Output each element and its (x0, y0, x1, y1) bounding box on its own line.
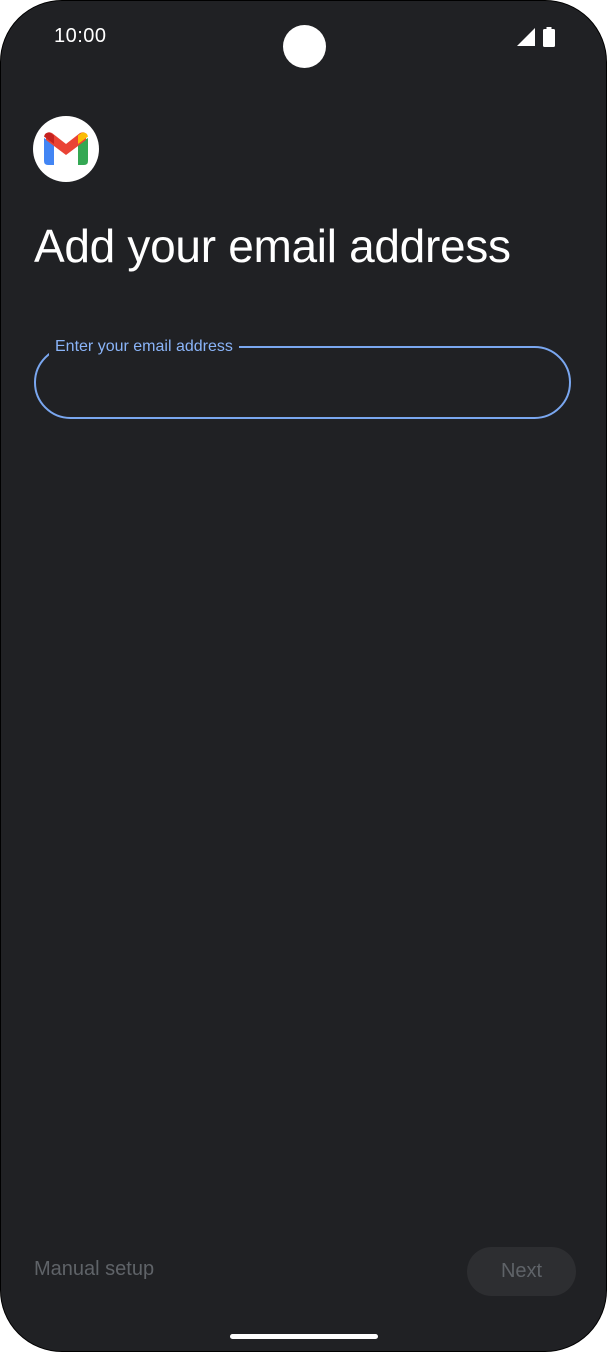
battery-icon (543, 27, 555, 47)
signal-icon (517, 28, 535, 46)
gmail-logo-icon (33, 116, 99, 182)
email-field-label: Enter your email address (49, 338, 239, 356)
gmail-m-icon (44, 132, 88, 165)
manual-setup-button[interactable]: Manual setup (34, 1258, 154, 1281)
phone-screen: 10:00 Add your email address Enter your … (0, 0, 607, 1352)
email-input[interactable] (57, 363, 551, 405)
camera-cutout (283, 25, 326, 68)
navigation-handle[interactable] (230, 1334, 378, 1339)
status-bar: 10:00 (1, 1, 606, 73)
status-time: 10:00 (54, 25, 107, 47)
next-button[interactable]: Next (467, 1247, 576, 1296)
page-title: Add your email address (34, 220, 511, 272)
